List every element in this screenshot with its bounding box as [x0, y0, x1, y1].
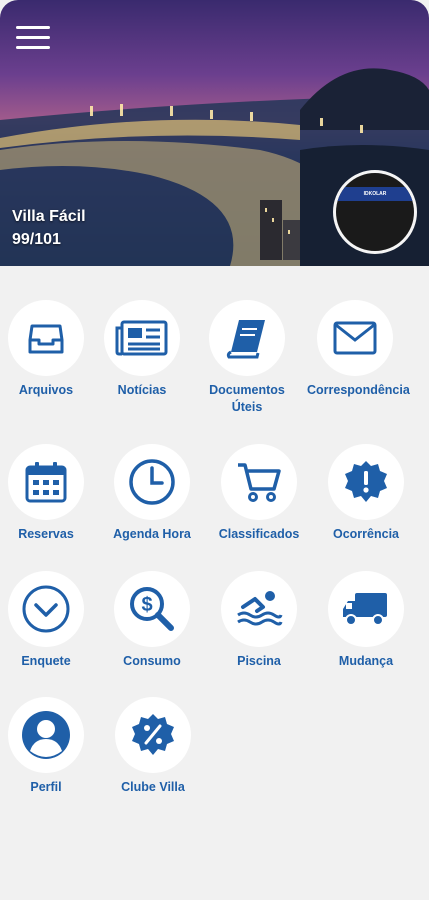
avatar-banner: IDKOLAR [336, 187, 414, 201]
menu-item-label: Perfil [30, 780, 62, 794]
menu-item-label: Documentos Úteis [209, 383, 285, 414]
menu-item-ocorrencia[interactable]: Ocorrência [318, 444, 414, 543]
menu-item-label: Correspondência [307, 383, 410, 397]
menu-item-clube-villa[interactable]: Clube Villa [105, 697, 201, 796]
percent-badge-icon [115, 697, 191, 773]
menu-item-piscina[interactable]: Piscina [211, 571, 307, 670]
menu-item-label: Agenda Hora [113, 527, 191, 541]
menu-item-label: Reservas [18, 527, 74, 541]
menu-item-classificados[interactable]: Classificados [211, 444, 307, 543]
menu-item-label: Notícias [117, 383, 167, 397]
header-banner: Villa Fácil 99/101 IDKOLAR [0, 0, 429, 266]
calendar-icon [8, 444, 84, 520]
menu-icon[interactable] [16, 26, 50, 52]
avatar[interactable]: IDKOLAR [333, 170, 417, 254]
book-icon [209, 300, 285, 376]
truck-icon [328, 571, 404, 647]
menu-item-label: Ocorrência [332, 527, 399, 541]
inbox-icon [8, 300, 84, 376]
menu-item-enquete[interactable]: Enquete [0, 571, 94, 670]
menu-item-label: Consumo [123, 654, 181, 668]
unit-number: 99/101 [12, 231, 61, 248]
menu-item-label: Clube Villa [121, 780, 185, 794]
swimmer-icon [221, 571, 297, 647]
menu-item-label: Arquivos [18, 383, 74, 397]
envelope-icon [317, 300, 393, 376]
user-icon [8, 697, 84, 773]
check-circle-icon [8, 571, 84, 647]
menu-item-agenda-hora[interactable]: Agenda Hora [104, 444, 200, 543]
search-dollar-icon: $ [114, 571, 190, 647]
alert-badge-icon [328, 444, 404, 520]
menu-item-documentos-uteis[interactable]: Documentos Úteis [199, 300, 295, 416]
menu-item-label: Classificados [218, 527, 300, 541]
menu-item-correspondencia[interactable]: Correspondência [307, 300, 410, 399]
newspaper-icon [104, 300, 180, 376]
menu-item-label: Mudança [338, 654, 394, 668]
menu-item-label: Enquete [21, 654, 71, 668]
cart-icon [221, 444, 297, 520]
menu-item-mudanca[interactable]: Mudança [318, 571, 414, 670]
svg-text:$: $ [141, 594, 152, 616]
menu-item-label: Piscina [237, 654, 281, 668]
condo-name: Villa Fácil [12, 208, 86, 225]
menu-item-noticias[interactable]: Notícias [94, 300, 190, 399]
menu-item-reservas[interactable]: Reservas [0, 444, 94, 543]
clock-icon [114, 444, 190, 520]
menu-item-arquivos[interactable]: Arquivos [0, 300, 94, 399]
menu-item-perfil[interactable]: Perfil [0, 697, 94, 796]
menu-item-consumo[interactable]: $ Consumo [104, 571, 200, 670]
